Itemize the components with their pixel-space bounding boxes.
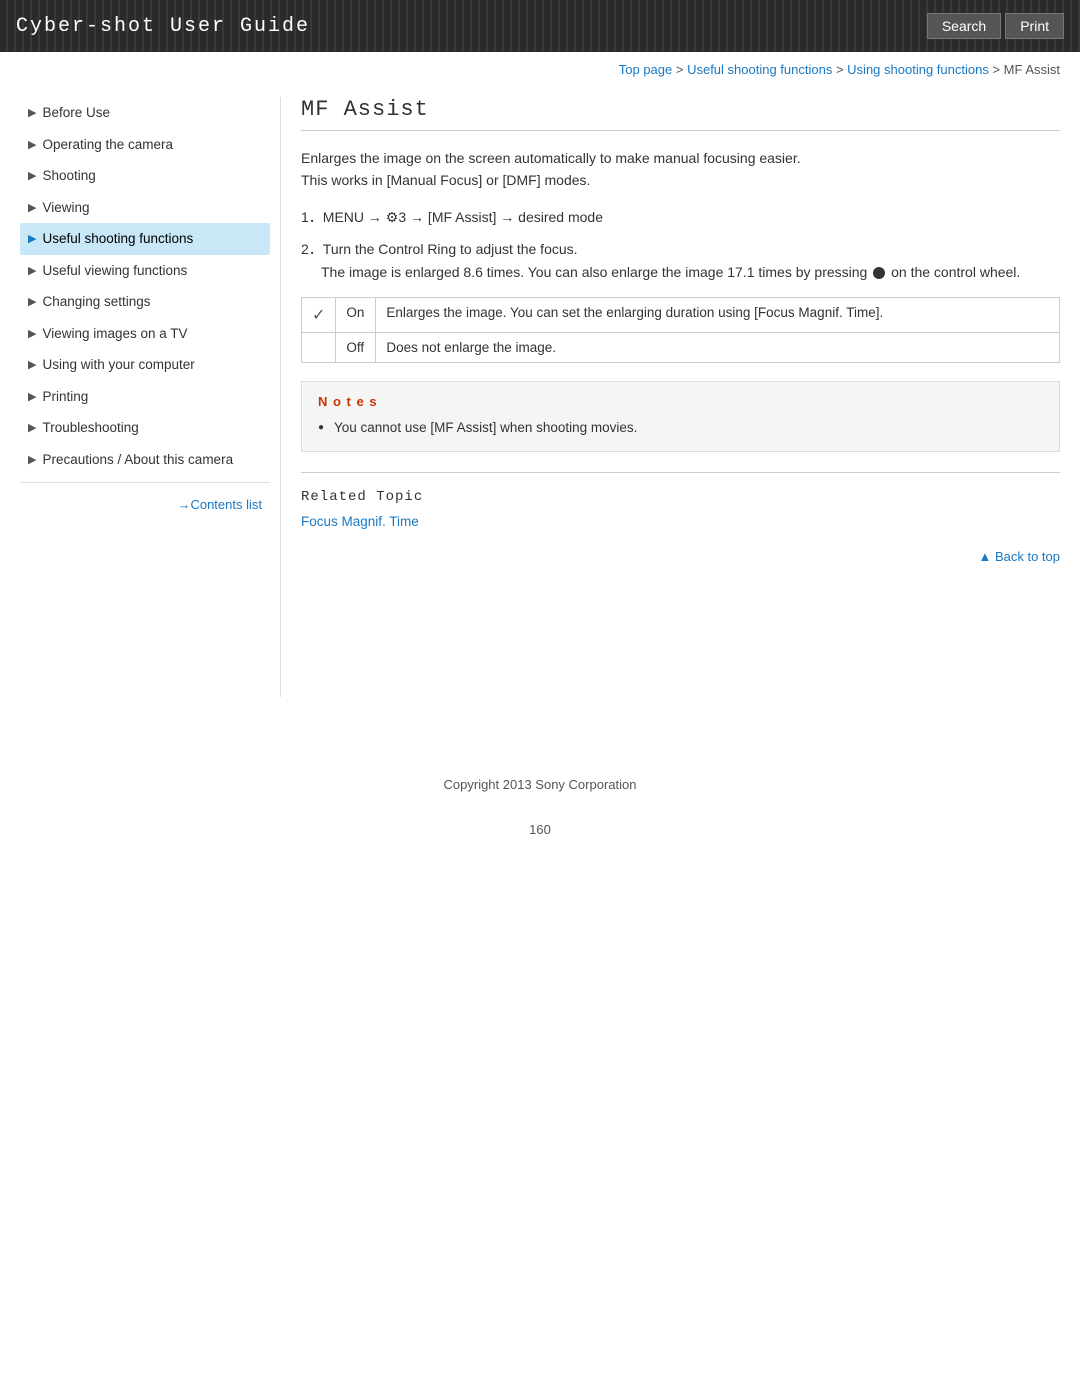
notes-list: You cannot use [MF Assist] when shooting… [318,417,1043,439]
header-buttons: Search Print [927,13,1064,39]
sidebar-item-label: Useful viewing functions [42,262,187,280]
sidebar-item-label: Troubleshooting [42,419,138,437]
contents-list-link[interactable]: Contents list [190,497,262,512]
main-layout: ▶ Before Use ▶ Operating the camera ▶ Shootin… [0,87,1080,717]
circle-button-icon [873,267,885,279]
step-2: 2．Turn the Control Ring to adjust the fo… [301,238,1060,283]
sidebar-arrow-icon: ▶ [28,264,36,278]
step2-line1: 2．Turn the Control Ring to adjust the fo… [301,238,1060,260]
sidebar-item-operating-camera[interactable]: ▶ Operating the camera [20,129,270,161]
breadcrumb-sep1: > [672,62,687,77]
sidebar: ▶ Before Use ▶ Operating the camera ▶ Shootin… [20,97,280,697]
header: Cyber-shot User Guide Search Print [0,0,1080,52]
step1-rest: 3 → [MF Assist] → desired mode [398,209,603,225]
notes-section: N o t e s You cannot use [MF Assist] whe… [301,381,1060,452]
sidebar-item-shooting[interactable]: ▶ Shooting [20,160,270,192]
copyright-text: Copyright 2013 Sony Corporation [444,777,637,792]
sidebar-item-useful-shooting[interactable]: ▶ Useful shooting functions [20,223,270,255]
sidebar-arrow-icon: ▶ [28,232,36,246]
checkmark-icon: ✓ [312,307,325,324]
step-num: 1． [301,209,323,225]
intro-text: Enlarges the image on the screen automat… [301,147,1060,192]
sidebar-arrow-icon: ▶ [28,169,36,183]
step2-line2-text: The image is enlarged 8.6 times. You can… [321,264,867,280]
contents-link-row: → Contents list [20,489,270,512]
breadcrumb-top[interactable]: Top page [619,62,673,77]
breadcrumb: Top page > Useful shooting functions > U… [0,52,1080,87]
sidebar-item-printing[interactable]: ▶ Printing [20,381,270,413]
sidebar-arrow-icon: ▶ [28,358,36,372]
sidebar-arrow-icon: ▶ [28,421,36,435]
step2-num: 2． [301,241,323,257]
sidebar-item-viewing-tv[interactable]: ▶ Viewing images on a TV [20,318,270,350]
sidebar-item-precautions[interactable]: ▶ Precautions / About this camera [20,444,270,476]
sidebar-item-label: Operating the camera [42,136,173,154]
sidebar-item-label: Shooting [42,167,95,185]
intro-line2: This works in [Manual Focus] or [DMF] mo… [301,169,1060,191]
sidebar-item-label: Before Use [42,104,110,122]
triangle-up-icon: ▲ [978,549,994,564]
sidebar-item-label: Viewing [42,199,89,217]
sidebar-arrow-icon: ▶ [28,138,36,152]
sidebar-item-label: Printing [42,388,88,406]
back-to-top-link[interactable]: ▲ Back to top [978,549,1060,564]
step1-text: MENU → [323,209,386,225]
sidebar-arrow-icon: ▶ [28,295,36,309]
sidebar-item-changing-settings[interactable]: ▶ Changing settings [20,286,270,318]
sidebar-item-using-computer[interactable]: ▶ Using with your computer [20,349,270,381]
description-cell: Does not enlarge the image. [376,332,1060,362]
description-cell: Enlarges the image. You can set the enla… [376,297,1060,332]
sidebar-arrow-icon: ▶ [28,106,36,120]
breadcrumb-current: MF Assist [1004,62,1060,77]
content-area: MF Assist Enlarges the image on the scre… [280,97,1060,697]
sidebar-item-before-use[interactable]: ▶ Before Use [20,97,270,129]
step2-line3-text: on the control wheel. [891,264,1020,280]
footer: Copyright 2013 Sony Corporation [0,757,1080,812]
section-separator [301,472,1060,473]
related-topic: Related Topic Focus Magnif. Time [301,489,1060,529]
table-row: ✓ OnEnlarges the image. You can set the e… [302,297,1060,332]
print-button[interactable]: Print [1005,13,1064,39]
gear-icon: ⚙ [386,206,399,228]
sidebar-arrow-icon: ▶ [28,327,36,341]
list-item: You cannot use [MF Assist] when shooting… [318,417,1043,439]
table-row: OffDoes not enlarge the image. [302,332,1060,362]
sidebar-item-viewing[interactable]: ▶ Viewing [20,192,270,224]
sidebar-item-label: Viewing images on a TV [42,325,187,343]
page-title: MF Assist [301,97,1060,131]
check-cell [302,332,336,362]
sidebar-item-troubleshooting[interactable]: ▶ Troubleshooting [20,412,270,444]
breadcrumb-useful-shooting[interactable]: Useful shooting functions [687,62,832,77]
mode-cell: On [336,297,376,332]
breadcrumb-sep3: > [989,62,1004,77]
check-cell: ✓ [302,297,336,332]
step-1: 1．MENU → ⚙3 → [MF Assist] → desired mode [301,206,1060,228]
related-topic-title: Related Topic [301,489,1060,505]
page-number: 160 [0,812,1080,847]
intro-line1: Enlarges the image on the screen automat… [301,147,1060,169]
site-title: Cyber-shot User Guide [16,15,310,38]
sidebar-divider [20,482,270,483]
sidebar-item-label: Precautions / About this camera [42,451,233,469]
sidebar-item-label: Changing settings [42,293,150,311]
sidebar-arrow-icon: ▶ [28,390,36,404]
sidebar-arrow-icon: ▶ [28,201,36,215]
search-button[interactable]: Search [927,13,1001,39]
back-to-top-row: ▲ Back to top [301,549,1060,564]
settings-table: ✓ OnEnlarges the image. You can set the e… [301,297,1060,363]
breadcrumb-using-shooting[interactable]: Using shooting functions [847,62,989,77]
breadcrumb-sep2: > [832,62,847,77]
sidebar-item-label: Useful shooting functions [42,230,193,248]
related-topic-link[interactable]: Focus Magnif. Time [301,514,419,529]
arrow-right-icon: → [177,497,190,512]
step2-line2: The image is enlarged 8.6 times. You can… [301,261,1060,283]
sidebar-item-useful-viewing[interactable]: ▶ Useful viewing functions [20,255,270,287]
sidebar-arrow-icon: ▶ [28,453,36,467]
sidebar-item-label: Using with your computer [42,356,194,374]
notes-title: N o t e s [318,394,1043,409]
steps: 1．MENU → ⚙3 → [MF Assist] → desired mode… [301,206,1060,283]
back-to-top-text: Back to top [995,549,1060,564]
mode-cell: Off [336,332,376,362]
